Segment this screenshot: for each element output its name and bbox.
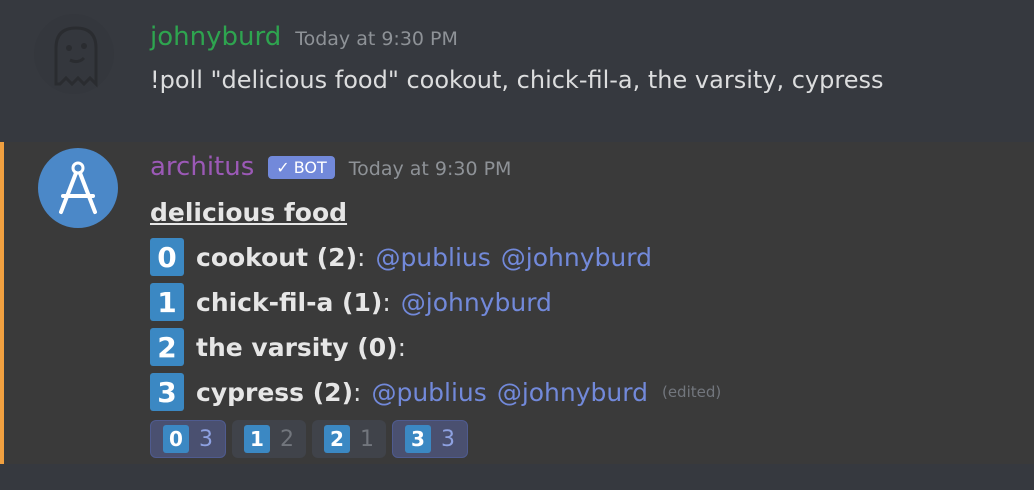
ghost-avatar-icon [54, 26, 98, 88]
reaction-count: 1 [360, 426, 374, 452]
option-label: the varsity (0) [196, 332, 398, 362]
mention[interactable]: @johnyburd [497, 378, 648, 407]
option-label: cookout (2) [196, 242, 357, 272]
keycap-2-icon: 2 [150, 328, 184, 366]
poll-option: 1 chick-fil-a (1) : @johnyburd [150, 283, 562, 321]
keycap-3-icon: 3 [150, 373, 184, 411]
mention[interactable]: @publius [371, 378, 486, 407]
poll-option: 3 cypress (2) : @publius @johnyburd (edi… [150, 373, 721, 411]
timestamp: Today at 9:30 PM [295, 28, 458, 50]
keycap-2-icon: 2 [324, 425, 350, 453]
message-header: johnyburd Today at 9:30 PM [150, 22, 458, 52]
reactions-bar: 0 3 1 2 2 1 3 3 [150, 420, 468, 458]
bot-badge: ✓ BOT [268, 155, 335, 179]
username[interactable]: architus [150, 152, 254, 182]
option-colon: : [353, 377, 362, 407]
option-colon: : [397, 332, 406, 362]
message-content: !poll "delicious food" cookout, chick-fi… [150, 66, 884, 94]
timestamp: Today at 9:30 PM [348, 158, 512, 180]
reaction-count: 3 [441, 426, 455, 452]
compass-icon [59, 161, 97, 214]
username[interactable]: johnyburd [150, 22, 281, 52]
reaction-count: 2 [280, 426, 294, 452]
keycap-0-icon: 0 [150, 238, 184, 276]
reaction-0[interactable]: 0 3 [150, 420, 226, 458]
keycap-0-icon: 0 [163, 425, 189, 453]
keycap-1-icon: 1 [244, 425, 270, 453]
mention[interactable]: @publius [375, 243, 490, 272]
user-avatar[interactable] [34, 14, 114, 94]
poll-option: 2 the varsity (0) : [150, 328, 416, 366]
option-colon: : [357, 242, 366, 272]
option-label: cypress (2) [196, 377, 354, 407]
message-list-bottom [0, 464, 1034, 490]
mention[interactable]: @johnyburd [501, 243, 652, 272]
reaction-2[interactable]: 2 1 [312, 420, 386, 458]
message-architus: architus ✓ BOT Today at 9:30 PM deliciou… [0, 142, 1034, 464]
reaction-count: 3 [199, 426, 213, 452]
bot-avatar[interactable] [38, 148, 118, 228]
keycap-3-icon: 3 [405, 425, 431, 453]
reaction-3[interactable]: 3 3 [392, 420, 468, 458]
option-colon: : [382, 287, 391, 317]
keycap-1-icon: 1 [150, 283, 184, 321]
message-header: architus ✓ BOT Today at 9:30 PM [150, 152, 511, 182]
mention[interactable]: @johnyburd [401, 288, 552, 317]
poll-option: 0 cookout (2) : @publius @johnyburd [150, 238, 662, 276]
checkmark-icon: ✓ [276, 157, 290, 177]
poll-title: delicious food [150, 198, 348, 227]
bot-badge-label: BOT [293, 157, 327, 177]
message-johnyburd: johnyburd Today at 9:30 PM !poll "delici… [0, 0, 1034, 142]
option-label: chick-fil-a (1) [196, 287, 383, 317]
reaction-1[interactable]: 1 2 [232, 420, 306, 458]
edited-label: (edited) [661, 383, 722, 401]
